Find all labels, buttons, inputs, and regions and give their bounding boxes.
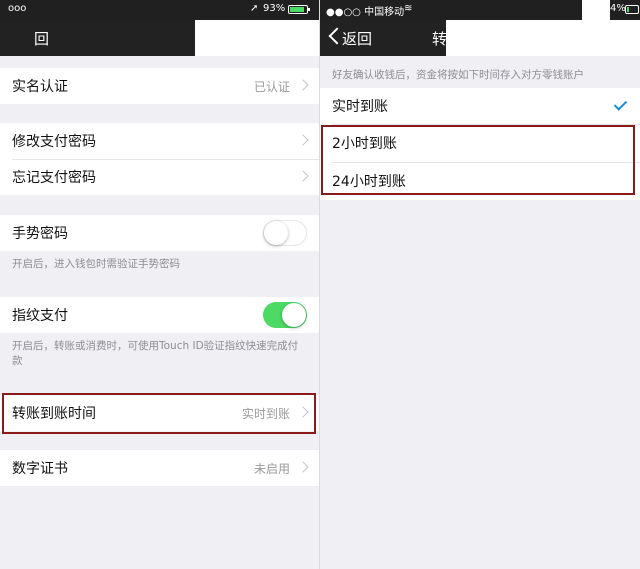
chevron-right-icon xyxy=(297,461,309,473)
obscured-region xyxy=(195,20,320,56)
checkmark-icon xyxy=(613,97,628,111)
option-24-hours[interactable]: 24小时到账 xyxy=(320,162,640,200)
battery-icon xyxy=(625,5,639,14)
carrier-name: ●●○○ 中国移动 xyxy=(326,7,405,18)
security-settings-screen: ooo ➚ 93% 回 实名认证 已认证 修改支付密码 忘记支付密码 手势密码 … xyxy=(0,0,320,569)
transfer-options-list: 实时到账 2小时到账 24小时到账 xyxy=(320,88,640,200)
forgot-password-cell[interactable]: 忘记支付密码 xyxy=(0,159,320,195)
certificate-cell[interactable]: 数字证书 未启用 xyxy=(0,450,320,486)
option-label: 实时到账 xyxy=(332,99,388,115)
realname-cell[interactable]: 实名认证 已认证 xyxy=(0,68,320,104)
realname-group: 实名认证 已认证 xyxy=(0,68,320,104)
obscured-region xyxy=(446,20,640,56)
option-label: 24小时到账 xyxy=(332,174,406,190)
forgot-password-title: 忘记支付密码 xyxy=(12,170,96,186)
chevron-right-icon xyxy=(297,134,309,146)
fingerprint-payment-note: 开启后，转账或消费时，可使用Touch ID验证指纹快速完成付款 xyxy=(12,340,299,367)
change-password-title: 修改支付密码 xyxy=(12,134,96,150)
transfer-time-screen: ●●○○ 中国移动 ≋ 4% 返回 转 好友确认收钱后，资金将按如下时间存入对方… xyxy=(320,0,640,569)
fingerprint-group: 指纹支付 xyxy=(0,297,320,333)
status-bar: ooo ➚ 93% xyxy=(0,0,320,20)
back-button[interactable]: 回 xyxy=(34,28,49,49)
status-bar: ●●○○ 中国移动 ≋ 4% xyxy=(320,0,640,20)
location-icon: ➚ xyxy=(250,3,259,14)
certificate-title: 数字证书 xyxy=(12,461,68,477)
carrier-signal: ooo xyxy=(8,3,27,14)
chevron-right-icon xyxy=(297,406,309,418)
wifi-icon: ≋ xyxy=(404,3,413,14)
nav-bar: 回 xyxy=(0,20,320,56)
transfer-time-note: 好友确认收钱后，资金将按如下时间存入对方零钱账户 xyxy=(332,69,584,81)
change-password-cell[interactable]: 修改支付密码 xyxy=(0,123,320,159)
transfer-time-group: 转账到账时间 实时到账 xyxy=(0,395,320,431)
gesture-password-cell: 手势密码 xyxy=(0,215,320,251)
gesture-password-title: 手势密码 xyxy=(12,226,68,242)
certificate-group: 数字证书 未启用 xyxy=(0,450,320,486)
transfer-time-cell[interactable]: 转账到账时间 实时到账 xyxy=(0,395,320,431)
back-button[interactable]: 返回 xyxy=(342,28,372,49)
chevron-right-icon xyxy=(297,79,309,91)
gesture-password-toggle[interactable] xyxy=(263,220,307,246)
option-2-hours[interactable]: 2小时到账 xyxy=(320,124,640,162)
battery-percent: 4% xyxy=(610,3,626,14)
fingerprint-payment-toggle[interactable] xyxy=(263,302,307,328)
obscured-region xyxy=(582,0,610,20)
gesture-password-note: 开启后，进入钱包时需验证手势密码 xyxy=(12,258,180,270)
fingerprint-payment-cell: 指纹支付 xyxy=(0,297,320,333)
chevron-right-icon xyxy=(297,170,309,182)
certificate-status: 未启用 xyxy=(253,461,290,476)
battery-percent: 93% xyxy=(263,3,286,14)
option-realtime[interactable]: 实时到账 xyxy=(320,88,640,124)
nav-title: 转 xyxy=(432,30,448,48)
fingerprint-payment-title: 指纹支付 xyxy=(12,308,68,324)
realname-status: 已认证 xyxy=(253,79,290,94)
realname-title: 实名认证 xyxy=(12,79,68,95)
gesture-group: 手势密码 xyxy=(0,215,320,251)
toggle-knob xyxy=(282,303,306,327)
transfer-time-value: 实时到账 xyxy=(241,406,290,421)
nav-bar: 返回 转 xyxy=(320,20,640,56)
toggle-knob xyxy=(264,221,288,245)
password-group: 修改支付密码 忘记支付密码 xyxy=(0,123,320,195)
battery-icon xyxy=(288,5,310,14)
option-label: 2小时到账 xyxy=(332,136,397,152)
transfer-time-title: 转账到账时间 xyxy=(12,406,96,422)
